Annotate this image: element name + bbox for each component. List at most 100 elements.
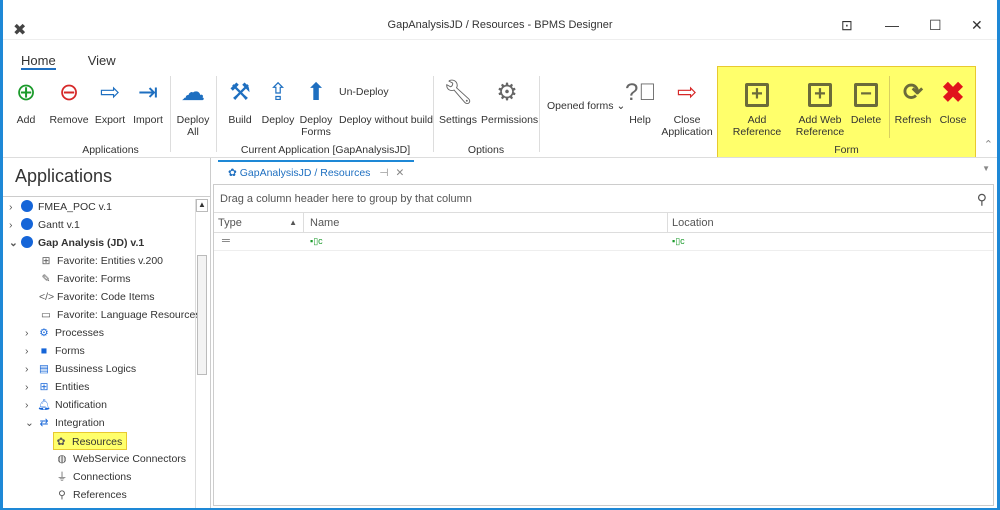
tab-resources[interactable]: ✿ GapAnalysisJD / Resources ⊣ ✕ [218,160,415,182]
filter-contains-icon[interactable]: ▪▯c [310,236,323,247]
tree-item-integration[interactable]: ⌄ ⇄ Integration [25,414,105,432]
tree-item-connections[interactable]: ⏚ Connections [55,468,132,486]
add-web-reference-label: Add Web Reference [795,114,845,138]
filter-row[interactable]: ═ ▪▯c ▪▯c [214,233,993,251]
filter-contains-icon[interactable]: ▪▯c [672,236,685,247]
export-label: Export [94,114,126,126]
maximize-button[interactable]: ☐ [929,17,942,34]
hammer-icon: ⚒ [229,79,251,106]
tree-item-gap-analysis[interactable]: ⌄ Gap Analysis (JD) v.1 [9,234,144,252]
deploy-forms-icon: ⬆ [305,79,327,106]
add-square-icon: + [795,77,845,109]
import-button[interactable]: ⇥ Import [131,77,165,126]
deploy-file-icon: ⇪ [267,79,289,106]
settings-label: Settings [439,114,477,126]
pin-icon[interactable]: ⊣ [379,167,388,179]
tree-item-resources[interactable]: ✿ Resources [53,432,128,450]
app-window: ✖ GapAnalysisJD / Resources - BPMS Desig… [0,0,1000,510]
import-icon: ⇥ [137,79,159,106]
column-type[interactable]: Type ▲ [214,213,304,233]
remove-icon: ⊖ [58,79,80,106]
group-applications: Applications [82,144,139,156]
restore-layout-icon[interactable]: ⊡ [841,17,853,34]
close-application-label: Close Application [661,114,713,138]
add-square-icon: + [723,77,791,109]
permissions-button[interactable]: ⚙ Permissions [481,77,538,126]
tree-item-forms[interactable]: › ■ Forms [25,342,85,360]
group-panel[interactable]: Drag a column header here to group by th… [214,185,993,213]
applications-panel: Applications › FMEA_POC v.1 › Gantt v.1 ⌄ G… [3,158,211,508]
help-button[interactable]: ?⃝ Help [625,77,657,126]
column-name[interactable]: Name [306,213,668,233]
add-web-reference-button[interactable]: + Add Web Reference [795,77,845,138]
tree-item-fav-entities[interactable]: ⊞ Favorite: Entities v.200 [39,252,163,270]
close-button[interactable]: ✖ Close [936,77,970,126]
group-options: Options [467,144,505,156]
tab-home[interactable]: Home [21,53,56,70]
column-location[interactable]: Location [668,213,714,233]
tree-item-fav-language[interactable]: ▭ Favorite: Language Resources [39,306,201,324]
undeploy-button[interactable]: Un-Deploy [339,86,389,98]
export-button[interactable]: ⇨ Export [93,77,127,126]
filter-equals-icon[interactable]: ═ [222,235,230,247]
add-button[interactable]: ⊕ Add [11,77,41,126]
permissions-label: Permissions [481,114,539,126]
tab-view[interactable]: View [88,53,116,70]
opened-forms-label: Opened forms [547,100,614,112]
permissions-icon: ⚙ [496,79,518,106]
ribbon: ⊕ Add ⊖ Remove ⇨ Export ⇥ Import ☁ Deploy All… [3,72,997,158]
add-reference-label: Add Reference [732,114,782,138]
tree-item-business-logics[interactable]: › ▤ Bussiness Logics [25,360,136,378]
grid-header: Type ▲ Name Location [214,213,993,233]
scroll-thumb[interactable] [197,255,207,375]
panel-title: Applications [15,166,113,186]
tab-label: GapAnalysisJD / Resources [239,167,371,179]
tree-item-webservice-connectors[interactable]: ◍ WebService Connectors [55,450,186,468]
export-icon: ⇨ [99,79,121,106]
deploy-without-build-button[interactable]: Deploy without build [339,114,433,126]
group-current-application: Current Application [GapAnalysisJD] [240,144,411,156]
tree-item-processes[interactable]: › ⚙ Processes [25,324,104,342]
tree-item-fav-code[interactable]: </> Favorite: Code Items [39,288,154,306]
add-reference-button[interactable]: + Add Reference [723,77,791,138]
tab-dropdown-icon[interactable]: ▼ [982,164,990,173]
minimize-button[interactable]: — [885,17,899,33]
build-button[interactable]: ⚒ Build [223,77,257,126]
delete-button[interactable]: − Delete [848,77,884,126]
tree-item-gantt[interactable]: › Gantt v.1 [9,216,80,234]
settings-button[interactable]: 🔧︎ Settings [439,77,477,126]
close-window-button[interactable]: ✕ [971,17,983,34]
remove-button[interactable]: ⊖ Remove [47,77,91,126]
search-icon[interactable]: ⚲ [977,185,987,213]
deploy-without-build-label: Deploy without build [339,114,433,126]
help-label: Help [629,114,651,126]
resources-icon: ✿ [228,167,240,179]
tree-item-fmea[interactable]: › FMEA_POC v.1 [9,198,112,216]
deploy-all-label: Deploy All [176,114,210,138]
tree-item-entities[interactable]: › ⊞ Entities [25,378,89,396]
scroll-up-icon[interactable]: ▲ [196,199,208,212]
resources-grid: Drag a column header here to group by th… [213,184,994,506]
opened-forms-dropdown[interactable]: Opened forms ⌄ [547,100,625,112]
deploy-button[interactable]: ⇪ Deploy [260,77,296,126]
group-form: Form [834,144,859,156]
add-icon: ⊕ [15,79,37,106]
collapse-ribbon-icon[interactable]: ⌃ [984,138,993,151]
close-application-button[interactable]: ⇨ Close Application [661,77,713,138]
close-tab-icon[interactable]: ✕ [395,167,404,179]
refresh-button[interactable]: ⟳ Refresh [894,77,932,126]
deploy-all-button[interactable]: ☁ Deploy All [175,77,211,138]
tree-item-references[interactable]: ⚲ References [55,486,127,504]
help-icon: ?⃝ [625,79,657,106]
application-tree: › FMEA_POC v.1 › Gantt v.1 ⌄ Gap Analysis (… [3,196,210,508]
tree-item-notification[interactable]: › 🔔︎ Notification [25,396,107,414]
exit-icon: ⇨ [676,79,698,106]
document-area: ✿ GapAnalysisJD / Resources ⊣ ✕ ▼ Drag a… [213,158,994,506]
tree-item-fav-forms[interactable]: ✎ Favorite: Forms [39,270,131,288]
tree-scrollbar[interactable]: ▲ [195,199,208,508]
deploy-forms-button[interactable]: ⬆ Deploy Forms [298,77,334,138]
undeploy-label: Un-Deploy [339,86,389,98]
cloud-upload-icon: ☁ [181,79,205,106]
close-label: Close [939,114,967,126]
refresh-icon: ⟳ [902,79,924,106]
